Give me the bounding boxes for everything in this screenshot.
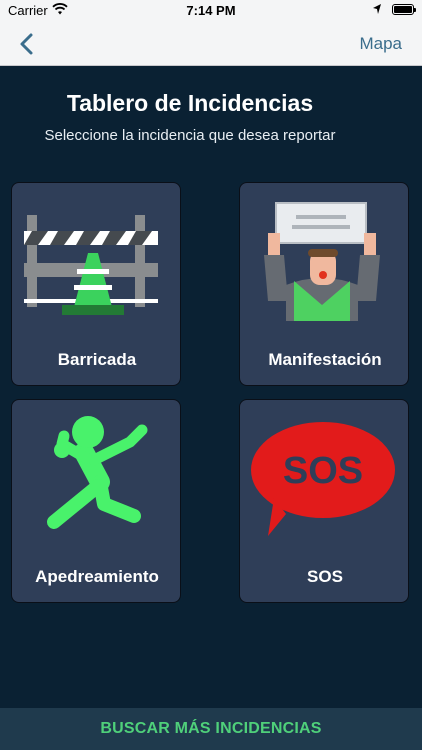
protester-icon	[240, 193, 410, 323]
stone-thrower-icon	[12, 410, 182, 540]
card-label: Barricada	[57, 350, 137, 369]
manifestacion-card[interactable]: Manifestación	[239, 182, 409, 386]
card-label: SOS	[307, 567, 343, 586]
sos-card[interactable]: SOS SOS	[239, 399, 409, 603]
apedreamiento-card[interactable]: Apedreamiento	[11, 399, 181, 603]
sos-bubble-text: SOS	[283, 450, 363, 492]
page-subtitle: Seleccione la incidencia que desea repor…	[44, 127, 336, 144]
battery-icon	[392, 4, 416, 15]
page-title: Tablero de Incidencias	[66, 90, 314, 116]
navigation-bar: Mapa	[0, 22, 422, 66]
barricada-card[interactable]: Barricada	[11, 182, 181, 386]
map-button[interactable]: Mapa	[359, 34, 402, 54]
clock: 7:14 PM	[186, 3, 236, 18]
search-more-incidents-label: BUSCAR MÁS INCIDENCIAS	[100, 720, 322, 737]
back-chevron-icon[interactable]	[14, 30, 42, 58]
barricade-icon	[12, 193, 182, 323]
search-more-incidents-button[interactable]: BUSCAR MÁS INCIDENCIAS	[0, 708, 422, 750]
location-arrow-icon	[372, 3, 382, 18]
sos-bubble-icon: SOS	[240, 410, 410, 540]
card-label: Apedreamiento	[35, 567, 159, 586]
status-bar: Carrier 7:14 PM	[0, 0, 422, 22]
card-label: Manifestación	[268, 350, 382, 369]
